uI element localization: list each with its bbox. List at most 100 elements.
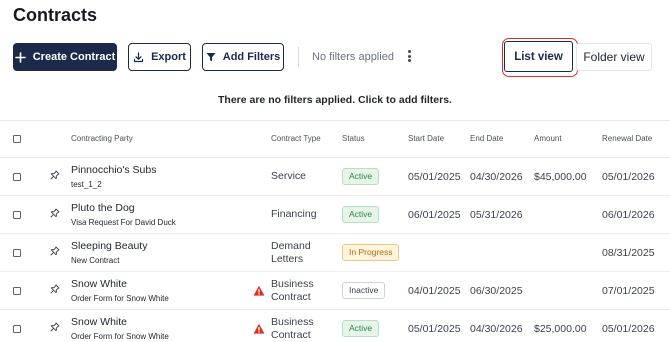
pin-icon[interactable] bbox=[36, 170, 60, 180]
table-row[interactable]: Pluto the Dog Visa Request For David Duck… bbox=[0, 195, 670, 234]
row-checkbox[interactable] bbox=[13, 172, 21, 181]
header-party[interactable]: Contracting Party bbox=[71, 120, 271, 158]
contract-title: Order Form for Snow White bbox=[71, 293, 169, 303]
warning-icon bbox=[253, 323, 265, 335]
header-renewal-date[interactable]: Renewal Date bbox=[602, 120, 670, 158]
party-cell[interactable]: Pluto the Dog Visa Request For David Duck bbox=[71, 195, 271, 234]
party-cell[interactable]: Snow White Order Form for Snow White bbox=[71, 271, 271, 310]
renewal-date: 05/01/2026 bbox=[602, 157, 670, 196]
amount: $25,000.00 bbox=[534, 309, 602, 342]
contract-type: Demand Letters bbox=[271, 233, 342, 272]
header-end-date[interactable]: End Date bbox=[470, 120, 534, 158]
row-select-cell bbox=[0, 195, 36, 234]
add-filters-label: Add Filters bbox=[222, 51, 281, 63]
row-checkbox[interactable] bbox=[13, 210, 21, 219]
contract-title: test_1_2 bbox=[71, 179, 102, 189]
row-pin-cell bbox=[36, 233, 71, 272]
party-name[interactable]: Sleeping Beauty bbox=[71, 240, 271, 253]
folder-view-button[interactable]: Folder view bbox=[576, 43, 652, 71]
contract-title: New Contract bbox=[71, 255, 120, 265]
contract-type: Business Contract bbox=[271, 271, 342, 310]
pin-icon[interactable] bbox=[36, 246, 60, 256]
status-badge: Inactive bbox=[342, 282, 386, 299]
plus-icon bbox=[14, 51, 26, 63]
pin-header bbox=[36, 120, 71, 158]
start-date: 05/01/2025 bbox=[408, 157, 470, 196]
filter-message[interactable]: There are no filters applied. Click to a… bbox=[0, 94, 670, 106]
table-row[interactable]: Sleeping Beauty New Contract Demand Letter… bbox=[0, 233, 670, 272]
status-badge: Active bbox=[342, 168, 380, 185]
contract-title: Order Form for Snow White bbox=[71, 331, 169, 341]
row-pin-cell bbox=[36, 195, 71, 234]
row-select-cell bbox=[0, 233, 36, 272]
amount bbox=[534, 233, 602, 272]
select-all-cell bbox=[0, 120, 36, 158]
header-status[interactable]: Status bbox=[342, 120, 408, 158]
end-date: 05/31/2026 bbox=[470, 195, 534, 234]
kebab-menu-icon[interactable] bbox=[405, 49, 413, 63]
renewal-date: 05/01/2026 bbox=[602, 309, 670, 342]
end-date: 06/30/2025 bbox=[470, 271, 534, 310]
status-cell: Active bbox=[342, 195, 408, 234]
contract-type: Business Contract bbox=[271, 309, 342, 342]
pin-icon[interactable] bbox=[36, 284, 60, 294]
renewal-date: 07/01/2025 bbox=[602, 271, 670, 310]
table-header-row: Contracting Party Contract Type Status S… bbox=[0, 120, 670, 158]
page-title: Contracts bbox=[13, 5, 98, 25]
party-name[interactable]: Pinnocchio's Subs bbox=[71, 164, 271, 177]
contract-type: Service bbox=[271, 157, 342, 196]
start-date: 04/01/2025 bbox=[408, 271, 470, 310]
party-cell[interactable]: Pinnocchio's Subs test_1_2 bbox=[71, 157, 271, 196]
status-badge: In Progress bbox=[342, 244, 400, 261]
header-start-date[interactable]: Start Date bbox=[408, 120, 470, 158]
header-amount[interactable]: Amount bbox=[534, 120, 602, 158]
row-pin-cell bbox=[36, 309, 71, 342]
funnel-icon bbox=[206, 52, 216, 62]
renewal-date: 08/31/2025 bbox=[602, 233, 670, 272]
table-row[interactable]: Pinnocchio's Subs test_1_2 Service Active 05… bbox=[0, 157, 670, 196]
table-row[interactable]: Snow White Order Form for Snow White Busin… bbox=[0, 309, 670, 342]
end-date: 04/30/2026 bbox=[470, 157, 534, 196]
end-date: 04/30/2026 bbox=[470, 309, 534, 342]
status-cell: Active bbox=[342, 157, 408, 196]
start-date bbox=[408, 233, 470, 272]
status-cell: Active bbox=[342, 309, 408, 342]
row-pin-cell bbox=[36, 271, 71, 310]
amount bbox=[534, 271, 602, 310]
select-all-checkbox[interactable] bbox=[13, 135, 21, 143]
contract-type: Financing bbox=[271, 195, 342, 234]
pin-icon[interactable] bbox=[36, 208, 60, 218]
row-select-cell bbox=[0, 157, 36, 196]
add-filters-button[interactable]: Add Filters bbox=[202, 43, 284, 71]
list-view-button[interactable]: List view bbox=[504, 41, 573, 72]
row-checkbox[interactable] bbox=[13, 286, 21, 295]
status-badge: Active bbox=[342, 320, 380, 337]
warning-icon bbox=[253, 285, 265, 297]
end-date bbox=[470, 233, 534, 272]
row-pin-cell bbox=[36, 157, 71, 196]
row-checkbox[interactable] bbox=[13, 324, 21, 333]
download-icon bbox=[133, 51, 144, 63]
filter-status-text: No filters applied bbox=[312, 51, 394, 63]
contracts-table: Contracting Party Contract Type Status S… bbox=[0, 120, 670, 342]
contract-title: Visa Request For David Duck bbox=[71, 217, 176, 227]
create-contract-button[interactable]: Create Contract bbox=[13, 43, 117, 71]
party-cell[interactable]: Sleeping Beauty New Contract bbox=[71, 233, 271, 272]
row-select-cell bbox=[0, 271, 36, 310]
amount: $45,000.00 bbox=[534, 157, 602, 196]
pin-icon[interactable] bbox=[36, 322, 60, 332]
status-cell: In Progress bbox=[342, 233, 408, 272]
create-contract-label: Create Contract bbox=[32, 51, 116, 63]
export-button[interactable]: Export bbox=[128, 43, 191, 71]
party-cell[interactable]: Snow White Order Form for Snow White bbox=[71, 309, 271, 342]
row-checkbox[interactable] bbox=[13, 248, 21, 257]
row-select-cell bbox=[0, 309, 36, 342]
status-badge: Active bbox=[342, 206, 380, 223]
start-date: 05/01/2025 bbox=[408, 309, 470, 342]
party-name[interactable]: Snow White bbox=[71, 316, 271, 329]
party-name[interactable]: Snow White bbox=[71, 278, 271, 291]
party-name[interactable]: Pluto the Dog bbox=[71, 202, 271, 215]
amount bbox=[534, 195, 602, 234]
header-type[interactable]: Contract Type bbox=[271, 120, 342, 158]
table-row[interactable]: Snow White Order Form for Snow White Busin… bbox=[0, 271, 670, 310]
